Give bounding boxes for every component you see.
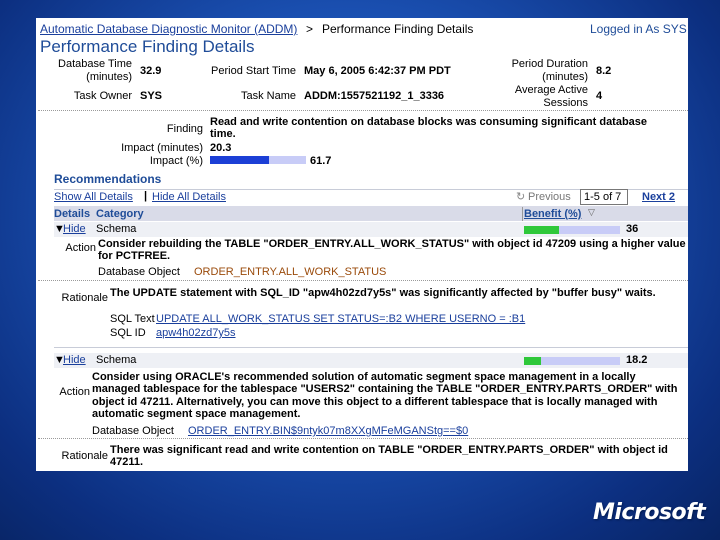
previous-link[interactable]: Previous xyxy=(528,191,571,203)
sql-text-label: SQL Text xyxy=(110,313,155,325)
sql-text-link[interactable]: UPDATE ALL_WORK_STATUS SET STATUS=:B2 WH… xyxy=(156,313,525,325)
recommendation-category-2: Schema xyxy=(96,354,137,366)
db-time-value: 32.9 xyxy=(140,65,162,77)
breadcrumb-addm-link[interactable]: Automatic Database Diagnostic Monitor (A… xyxy=(40,22,297,36)
period-duration-unit: (minutes) xyxy=(542,71,588,83)
row-rule xyxy=(54,347,688,348)
hide-toggle-1[interactable]: Hide xyxy=(63,223,86,235)
page-title: Performance Finding Details xyxy=(40,37,255,56)
pager-select[interactable]: 1-5 of 7 xyxy=(580,189,628,205)
task-name-label: Task Name xyxy=(240,90,296,102)
benefit-value-1: 36 xyxy=(626,223,639,235)
column-divider xyxy=(522,207,523,221)
period-start-value: May 6, 2005 6:42:37 PM PDT xyxy=(304,65,451,77)
database-object-label-1: Database Object xyxy=(98,266,180,278)
database-object-link-2[interactable]: ORDER_ENTRY.BIN$9ntyk07m8XXgMFeMGANStg==… xyxy=(188,425,468,437)
breadcrumb-separator: > xyxy=(306,22,314,36)
refresh-circle-icon: ↻ xyxy=(516,191,526,203)
sql-id-label: SQL ID xyxy=(110,327,146,339)
benefit-bar-fill-2 xyxy=(524,357,542,365)
pager-select-value: 1-5 of 7 xyxy=(584,191,622,203)
action-text-1: Consider rebuilding the TABLE "ORDER_ENT… xyxy=(98,238,686,262)
divider xyxy=(38,280,688,287)
logged-in-status: Logged in As SYS xyxy=(590,22,687,36)
recommendation-category-1: Schema xyxy=(96,223,137,235)
column-header-details: Details xyxy=(54,208,91,220)
database-object-label-2: Database Object xyxy=(92,425,174,437)
impact-minutes-label: Impact (minutes) xyxy=(121,142,203,154)
db-time-label: Database Time xyxy=(58,58,132,70)
rationale-label-1: Rationale xyxy=(61,292,108,304)
rationale-label-2: Rationale xyxy=(61,450,108,462)
benefit-bar-2 xyxy=(524,357,620,365)
next-link[interactable]: Next 2 xyxy=(642,191,675,203)
avg-active-value: 4 xyxy=(596,90,603,102)
column-header-category: Category xyxy=(96,208,144,220)
action-label-2: Action xyxy=(59,386,90,398)
column-header-benefit[interactable]: Benefit (%) xyxy=(524,208,581,220)
task-name-value: ADDM:1557521192_1_3336 xyxy=(304,90,445,102)
impact-pct-bar xyxy=(210,156,306,164)
database-object-value-1: ORDER_ENTRY.ALL_WORK_STATUS xyxy=(194,266,387,278)
recommendations-heading: Recommendations xyxy=(54,172,162,186)
benefit-value-2: 18.2 xyxy=(626,354,648,366)
period-duration-label: Period Duration xyxy=(511,58,588,70)
action-label-1: Action xyxy=(65,242,96,254)
show-all-details-link[interactable]: Show All Details xyxy=(54,191,133,203)
microsoft-logo: Microsoft xyxy=(593,500,706,525)
addm-finding-panel: Automatic Database Diagnostic Monitor (A… xyxy=(36,18,688,471)
task-owner-value: SYS xyxy=(140,90,163,102)
impact-minutes-value: 20.3 xyxy=(210,142,232,154)
hide-all-details-link[interactable]: Hide All Details xyxy=(152,191,226,203)
action-text-2: Consider using ORACLE's recommended solu… xyxy=(92,371,678,421)
period-start-label: Period Start Time xyxy=(211,65,296,77)
period-duration-value: 8.2 xyxy=(596,65,612,77)
benefit-bar-1 xyxy=(524,226,620,234)
db-time-unit: (minutes) xyxy=(86,71,132,83)
links-separator: | xyxy=(144,190,148,202)
hide-toggle-2[interactable]: Hide xyxy=(63,354,86,366)
avg-active-label2: Sessions xyxy=(543,97,588,109)
impact-pct-label: Impact (%) xyxy=(149,155,203,167)
sort-desc-icon: ▽ xyxy=(588,207,595,217)
finding-label: Finding xyxy=(166,123,203,135)
impact-pct-value: 61.7 xyxy=(310,155,332,167)
impact-pct-bar-fill xyxy=(210,156,270,164)
breadcrumb-current: Performance Finding Details xyxy=(322,22,474,36)
rationale-text-1: The UPDATE statement with SQL_ID "apw4h0… xyxy=(110,287,656,299)
rationale-text-2: There was significant read and write con… xyxy=(110,444,668,468)
benefit-bar-fill-1 xyxy=(524,226,559,234)
finding-text: Read and write contention on database bl… xyxy=(210,116,648,140)
avg-active-label: Average Active xyxy=(514,84,588,96)
sql-id-link[interactable]: apw4h02zd7y5s xyxy=(156,327,236,339)
task-owner-label: Task Owner xyxy=(73,90,132,102)
